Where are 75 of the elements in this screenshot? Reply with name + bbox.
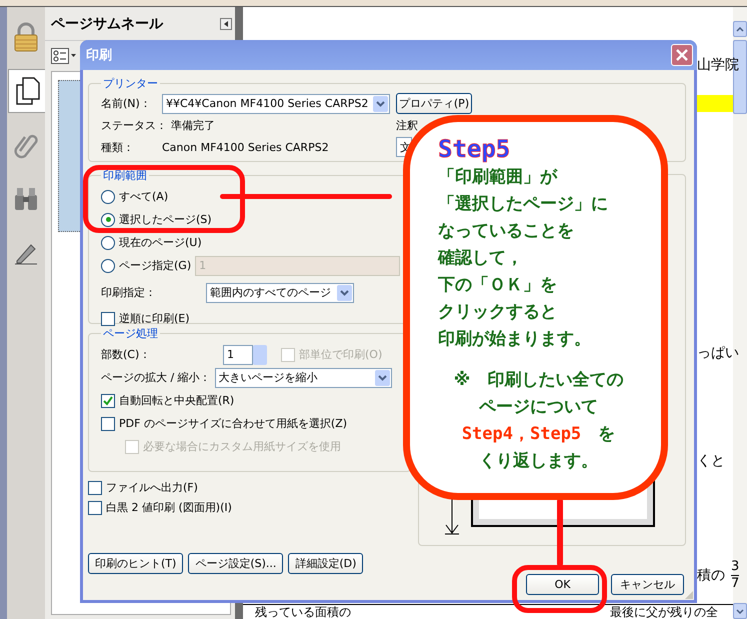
group-title: 印刷範囲 xyxy=(102,168,148,183)
close-icon xyxy=(676,49,688,61)
cancel-button[interactable]: キャンセル xyxy=(611,574,684,595)
callout-text: クリックすると xyxy=(438,301,558,324)
checkbox[interactable] xyxy=(101,394,115,408)
document-text: 山学院 xyxy=(697,56,739,74)
panel-title: ページサムネール xyxy=(51,14,163,32)
checkbox-label: ファイルへ出力(F) xyxy=(106,480,198,495)
checkbox-label: 部単位で印刷(O) xyxy=(299,347,382,362)
callout-title: Step5 xyxy=(438,134,512,164)
checkbox-label: PDF のページサイズに合わせて用紙を選択(Z) xyxy=(119,416,348,431)
table-cell: 最後に父が残りの全 xyxy=(610,605,718,619)
callout-note: ページについて xyxy=(479,396,598,419)
collapse-icon xyxy=(224,20,228,26)
dialog-button[interactable]: 詳細設定(D) xyxy=(288,553,364,574)
leader-line xyxy=(557,498,563,567)
callout-note: Step4，Step5 を xyxy=(462,423,616,446)
callout-note: ※ 印刷したい全ての xyxy=(454,369,624,392)
printer-type: Canon MF4100 Series CARPS2 xyxy=(162,140,330,154)
field-label: ステータス： xyxy=(101,118,167,133)
callout-text: 確認して， xyxy=(438,247,524,270)
properties-button[interactable]: プロパティ(P) xyxy=(396,93,472,114)
field-label: 注釈 xyxy=(396,118,418,133)
scaling-dropdown[interactable]: 大きいページを縮小 xyxy=(214,368,392,388)
pages-icon xyxy=(16,77,40,105)
subset-dropdown[interactable]: 範囲内のすべてのページ xyxy=(206,282,354,302)
window-title: 印刷 xyxy=(86,47,112,64)
dialog-button[interactable]: 印刷のヒント(T) xyxy=(88,553,184,574)
radio-label: 現在のページ(U) xyxy=(119,235,202,250)
field-label: 部数(C)： xyxy=(101,347,152,362)
radio-button[interactable] xyxy=(101,190,115,204)
copies-field[interactable]: 1 xyxy=(223,344,253,364)
radio-label: 選択したページ(S) xyxy=(119,212,212,227)
field-label: ページの拡大 / 縮小： xyxy=(101,370,211,385)
callout-note: くり返します。 xyxy=(479,450,598,473)
checkbox-label: 逆順に印刷(E) xyxy=(119,311,190,326)
resize-grip-icon[interactable] xyxy=(684,590,694,600)
callout-text: 印刷が始まります。 xyxy=(438,328,592,351)
sidebar-tool[interactable] xyxy=(8,69,46,113)
checkbox-label: 必要な場合にカスタム用紙サイズを使用 xyxy=(143,439,341,454)
checkbox[interactable] xyxy=(101,312,115,326)
radio-button[interactable] xyxy=(101,258,115,272)
document-text: っぱい xyxy=(697,344,739,362)
group-title: ページ処理 xyxy=(102,326,159,341)
callout-text: なっていることを xyxy=(438,220,575,243)
highlight-band xyxy=(697,95,733,112)
checkbox[interactable] xyxy=(88,500,102,514)
table-cell: 残っている面積の xyxy=(255,605,351,619)
binoculars-icon xyxy=(13,187,39,211)
field-label: 種類： xyxy=(101,140,135,154)
checkbox-label: 自動回転と中央配置(R) xyxy=(119,393,234,408)
radio-label: すべて(A) xyxy=(119,189,168,204)
radio-button[interactable] xyxy=(101,212,115,226)
checkbox[interactable] xyxy=(88,480,102,494)
scroll-up-button[interactable] xyxy=(733,21,747,37)
ok-button[interactable]: OK xyxy=(526,574,599,595)
document-text: くと xyxy=(697,452,725,470)
dialog-button[interactable]: ページ設定(S)... xyxy=(188,553,284,574)
lock-icon xyxy=(13,22,39,52)
printer-dropdown[interactable]: ¥¥C4¥Canon MF4100 Series CARPS2 xyxy=(162,94,390,114)
radio-label: ページ指定(G) xyxy=(119,258,192,273)
field-label: 名前(N)： xyxy=(101,96,152,111)
radio-button[interactable] xyxy=(101,236,115,250)
checkbox[interactable] xyxy=(101,416,115,430)
scroll-down-button[interactable] xyxy=(733,603,747,619)
checkbox-label: 白黒 2 値印刷 (図面用)(I) xyxy=(106,500,232,515)
close-button[interactable] xyxy=(671,44,693,66)
callout-text: 「選択したページ」に xyxy=(438,193,609,216)
field-label: 印刷指定： xyxy=(101,285,157,300)
status-value: 準備完了 xyxy=(171,118,215,133)
options-icon[interactable] xyxy=(51,48,77,64)
collapse-button[interactable] xyxy=(220,18,232,30)
callout-text: 「印刷範囲」が xyxy=(438,166,558,189)
callout-text: 下の「ＯＫ」を xyxy=(438,274,558,297)
group-title: プリンター xyxy=(102,76,159,91)
